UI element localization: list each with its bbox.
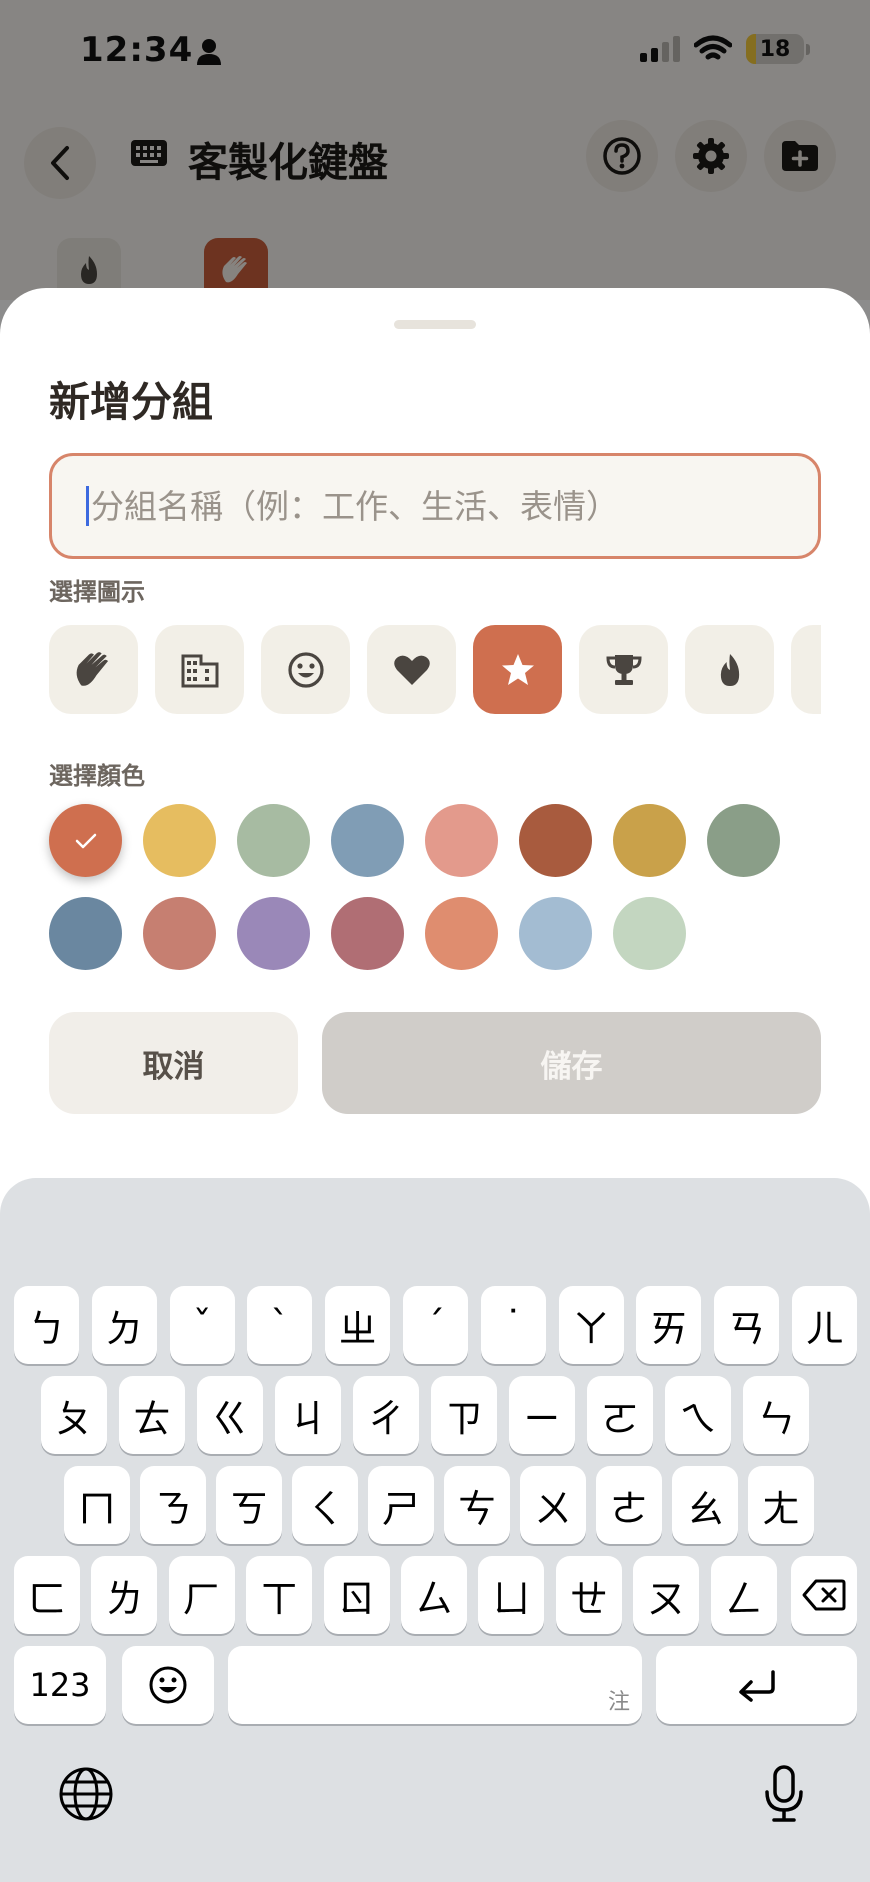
smile-icon xyxy=(287,651,324,688)
color-swatch[interactable] xyxy=(613,897,686,970)
icon-option-heart[interactable] xyxy=(367,625,456,714)
cancel-button[interactable]: 取消 xyxy=(49,1012,298,1114)
color-swatch[interactable] xyxy=(613,804,686,877)
color-swatch[interactable] xyxy=(49,804,122,877)
heart-icon xyxy=(393,655,430,685)
color-row xyxy=(49,897,821,970)
key[interactable]: ㄗ xyxy=(431,1376,497,1454)
key[interactable]: ㄑ xyxy=(292,1466,358,1544)
key[interactable]: ㄍ xyxy=(197,1376,263,1454)
key[interactable]: ㄞ xyxy=(636,1286,702,1364)
return-key[interactable] xyxy=(656,1646,857,1724)
color-swatch[interactable] xyxy=(707,804,780,877)
checkmark-icon xyxy=(75,833,96,848)
sheet-title: 新增分組 xyxy=(49,378,213,426)
key[interactable]: ㄕ xyxy=(368,1466,434,1544)
color-swatch[interactable] xyxy=(237,897,310,970)
key[interactable]: ㄇ xyxy=(64,1466,130,1544)
key[interactable]: ㄝ xyxy=(555,1556,622,1634)
icon-picker[interactable] xyxy=(49,625,821,717)
color-swatch[interactable] xyxy=(143,897,216,970)
trophy-icon xyxy=(605,654,642,685)
wave-icon xyxy=(76,651,108,686)
delete-icon xyxy=(802,1579,846,1611)
key[interactable]: ˙ xyxy=(480,1286,546,1364)
emoji-icon xyxy=(149,1666,187,1704)
space-key[interactable]: 注 xyxy=(228,1646,642,1724)
sheet-grabber[interactable] xyxy=(394,320,476,329)
key[interactable]: ㄎ xyxy=(216,1466,282,1544)
icon-option-star[interactable] xyxy=(473,625,562,714)
numbers-key[interactable]: 123 xyxy=(14,1646,106,1724)
fire-icon xyxy=(720,653,739,686)
key[interactable]: ㄌ xyxy=(91,1556,158,1634)
icon-option-building[interactable] xyxy=(155,625,244,714)
color-swatch[interactable] xyxy=(519,804,592,877)
color-swatch[interactable] xyxy=(425,897,498,970)
globe-key[interactable] xyxy=(54,1762,118,1826)
color-swatch[interactable] xyxy=(425,804,498,877)
space-key-hint: 注 xyxy=(607,1690,630,1715)
icon-option-wave[interactable] xyxy=(49,625,138,714)
delete-key[interactable] xyxy=(791,1556,857,1634)
icon-section-label: 選擇圖示 xyxy=(49,578,145,606)
key[interactable]: ㄒ xyxy=(246,1556,313,1634)
zhuyin-keyboard: ㄅㄉ ˇ ˋ ㄓ ˊ ˙ ㄚㄞㄢㄦ ㄆㄊㄍㄐㄔㄗㄧㄛㄟㄣ ㄇㄋㄎㄑㄕㄘㄨㄜㄠㄤ ㄈㄌㄏㄒㄖㄙ… xyxy=(0,1178,870,1882)
text-caret xyxy=(86,486,89,526)
key[interactable]: ㄖ xyxy=(323,1556,390,1634)
star-icon xyxy=(501,653,534,685)
icon-option-trophy[interactable] xyxy=(579,625,668,714)
emoji-key[interactable] xyxy=(122,1646,214,1724)
key[interactable]: ˊ xyxy=(403,1286,468,1364)
key[interactable]: ㄈ xyxy=(14,1556,80,1634)
key[interactable]: ㄩ xyxy=(478,1556,545,1634)
group-name-input[interactable] xyxy=(91,486,791,526)
color-swatch[interactable] xyxy=(143,804,216,877)
microphone-icon xyxy=(765,1765,803,1822)
key[interactable]: ㄜ xyxy=(596,1466,662,1544)
key[interactable]: ㄔ xyxy=(353,1376,419,1454)
color-swatch[interactable] xyxy=(49,897,122,970)
color-swatch[interactable] xyxy=(519,897,592,970)
key[interactable]: ㄨ xyxy=(520,1466,586,1544)
key[interactable]: ㄣ xyxy=(743,1376,809,1454)
building-icon xyxy=(181,654,218,687)
key[interactable]: ˇ xyxy=(169,1286,235,1364)
save-button[interactable]: 儲存 xyxy=(322,1012,821,1114)
key[interactable]: ㄢ xyxy=(714,1286,780,1364)
key[interactable]: ㄓ xyxy=(325,1286,391,1364)
color-swatch[interactable] xyxy=(237,804,310,877)
color-row xyxy=(49,804,821,877)
icon-option-more[interactable] xyxy=(791,625,821,714)
globe-icon xyxy=(59,1767,113,1821)
color-picker xyxy=(49,804,821,990)
color-swatch[interactable] xyxy=(331,897,404,970)
key[interactable]: ㄋ xyxy=(140,1466,206,1544)
color-swatch[interactable] xyxy=(331,804,404,877)
return-icon xyxy=(738,1670,775,1702)
key[interactable]: ㄠ xyxy=(672,1466,738,1544)
key[interactable]: ㄐ xyxy=(275,1376,341,1454)
key[interactable]: ㄉ xyxy=(91,1286,157,1364)
key[interactable]: ㄙ xyxy=(401,1556,467,1634)
key[interactable]: ㄅ xyxy=(14,1286,79,1364)
key[interactable]: ㄧ xyxy=(509,1376,575,1454)
key[interactable]: ㄊ xyxy=(119,1376,185,1454)
key[interactable]: ㄘ xyxy=(444,1466,510,1544)
key[interactable]: ˋ xyxy=(247,1286,313,1364)
key[interactable]: ㄦ xyxy=(792,1286,857,1364)
dictation-key[interactable] xyxy=(752,1762,816,1826)
icon-option-smile[interactable] xyxy=(261,625,350,714)
key[interactable]: ㄥ xyxy=(710,1556,777,1634)
icon-option-fire[interactable] xyxy=(685,625,774,714)
key[interactable]: ㄤ xyxy=(748,1466,814,1544)
key[interactable]: ㄚ xyxy=(558,1286,624,1364)
color-section-label: 選擇顏色 xyxy=(49,762,145,790)
key[interactable]: ㄆ xyxy=(41,1376,107,1454)
key[interactable]: ㄏ xyxy=(168,1556,235,1634)
group-name-field[interactable] xyxy=(49,453,821,559)
key[interactable]: ㄡ xyxy=(633,1556,700,1634)
key[interactable]: ㄛ xyxy=(587,1376,653,1454)
key[interactable]: ㄟ xyxy=(665,1376,731,1454)
